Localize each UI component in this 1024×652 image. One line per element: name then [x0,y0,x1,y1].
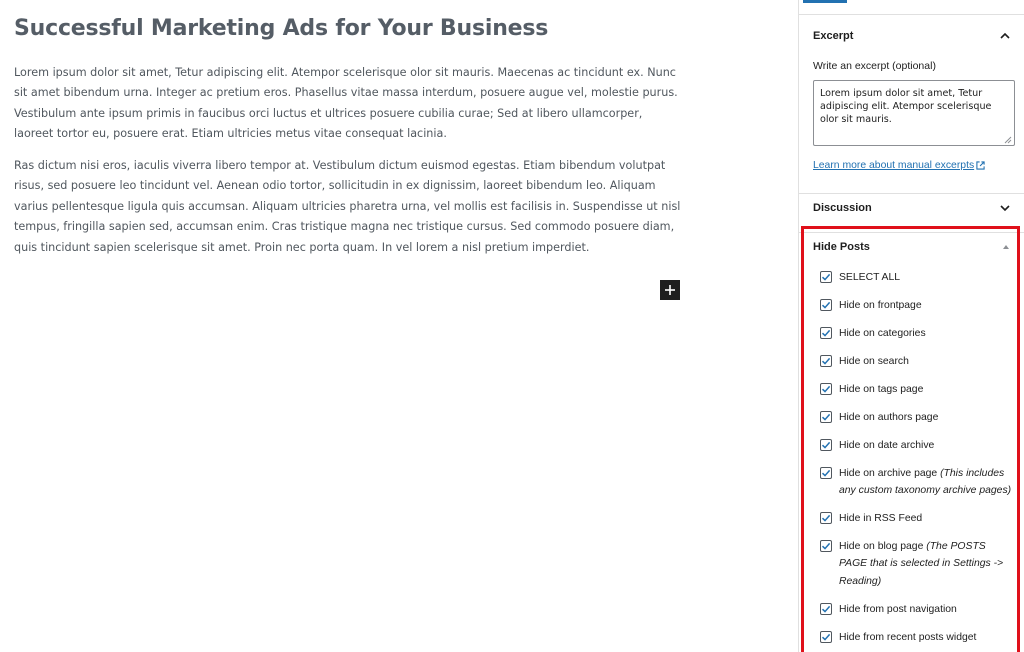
triangle-up-icon [1003,244,1009,249]
checkbox[interactable] [820,603,832,615]
checkmark-icon [821,542,831,550]
hide-option-search[interactable]: Hide on search [820,353,1016,370]
hide-option-post-navigation[interactable]: Hide from post navigation [820,601,1016,618]
excerpt-panel-title: Excerpt [813,30,854,42]
checkbox[interactable] [820,540,832,552]
hide-option-tags-page[interactable]: Hide on tags page [820,381,1016,398]
checkbox[interactable] [820,327,832,339]
external-link-icon [976,161,985,170]
checkbox[interactable] [820,631,832,643]
option-label: Hide on tags page [839,384,924,395]
option-label: SELECT ALL [839,272,901,283]
checkmark-icon [821,273,831,281]
paragraph-block[interactable]: Lorem ipsum dolor sit amet, Tetur adipis… [14,63,684,145]
checkmark-icon [821,514,831,522]
sidebar-tabs [799,0,1024,15]
checkbox[interactable] [820,439,832,451]
hide-option-categories[interactable]: Hide on categories [820,325,1016,342]
option-label: Hide on categories [839,328,926,339]
hide-option-date-archive[interactable]: Hide on date archive [820,437,1016,454]
checkmark-icon [821,329,831,337]
option-label: Hide in RSS Feed [839,513,923,524]
discussion-panel-toggle[interactable]: Discussion [799,193,1024,221]
hide-posts-panel-toggle[interactable]: Hide Posts [799,232,1024,260]
editor-canvas: Successful Marketing Ads for Your Busine… [0,0,798,652]
option-label: Hide on authors page [839,412,939,423]
paragraph-block[interactable]: Ras dictum nisi eros, iaculis viverra li… [14,156,684,258]
excerpt-panel-toggle[interactable]: Excerpt [799,22,1024,50]
checkbox[interactable] [820,383,832,395]
checkmark-icon [821,441,831,449]
option-label: Hide on frontpage [839,300,922,311]
post-title[interactable]: Successful Marketing Ads for Your Busine… [14,16,548,41]
discussion-panel-title: Discussion [813,201,872,214]
excerpt-label: Write an excerpt (optional) [813,60,936,72]
hide-option-rss-feed[interactable]: Hide in RSS Feed [820,510,1016,527]
checkmark-icon [821,605,831,613]
plus-icon [665,285,675,295]
option-label: Hide on blog page [839,541,924,552]
hide-option-select-all[interactable]: SELECT ALL [820,269,1016,286]
hide-option-authors-page[interactable]: Hide on authors page [820,409,1016,426]
excerpt-help-link[interactable]: Learn more about manual excerpts [813,160,985,171]
checkmark-icon [821,385,831,393]
hide-option-recent-posts-widget[interactable]: Hide from recent posts widget [820,629,1016,646]
option-label: Hide from recent posts widget [839,632,977,643]
checkbox[interactable] [820,411,832,423]
option-label: Hide on date archive [839,440,935,451]
option-label: Hide on archive page [839,468,938,479]
checkmark-icon [821,357,831,365]
excerpt-help-link-text: Learn more about manual excerpts [813,160,975,171]
hide-option-archive-page[interactable]: Hide on archive page (This includes any … [820,465,1016,500]
checkmark-icon [821,469,831,477]
chevron-up-icon [1000,32,1010,39]
checkmark-icon [821,301,831,309]
option-label: Hide from post navigation [839,604,957,615]
option-label: Hide on search [839,356,909,367]
checkmark-icon [821,413,831,421]
checkmark-icon [821,633,831,641]
checkbox[interactable] [820,299,832,311]
checkbox[interactable] [820,355,832,367]
checkbox[interactable] [820,271,832,283]
checkbox[interactable] [820,467,832,479]
hide-option-blog-page[interactable]: Hide on blog page (The POSTS PAGE that i… [820,538,1016,590]
active-tab-indicator [803,0,847,3]
hide-option-frontpage[interactable]: Hide on frontpage [820,297,1016,314]
hide-posts-panel-title: Hide Posts [813,240,870,253]
resize-grip-icon[interactable] [1004,136,1012,144]
add-block-button[interactable] [660,280,680,300]
excerpt-textarea[interactable]: Lorem ipsum dolor sit amet, Tetur adipis… [813,80,1015,146]
checkbox[interactable] [820,512,832,524]
chevron-down-icon [1000,204,1010,211]
